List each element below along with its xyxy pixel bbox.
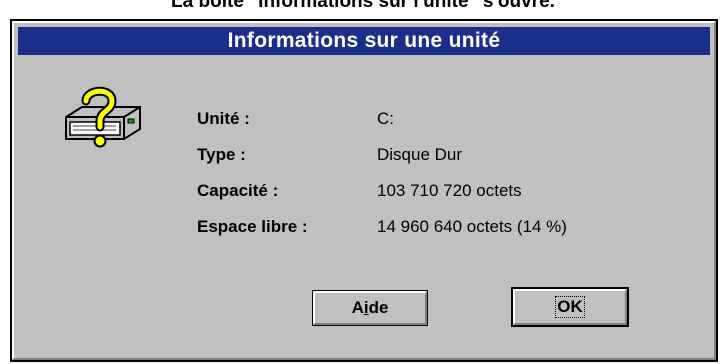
field-value: 14 960 640 octets (14 %) [377,217,567,236]
field-label: Espace libre : [197,217,308,236]
help-button-label-post: de [368,298,389,317]
help-button-label-pre: A [351,298,364,317]
drive-info-dialog: Informations sur une unité Unité : C: Ty… [10,19,718,362]
help-button[interactable]: Aide [312,290,428,326]
field-value: C: [377,109,394,128]
field-value: Disque Dur [377,145,463,164]
page-caption: La boîte "Informations sur l'unité" s'ou… [171,0,555,12]
field-label: Capacité : [197,181,279,200]
ok-button-label: OK [555,296,585,318]
ok-button[interactable]: OK [511,287,629,327]
field-label: Unité : [197,109,250,128]
dialog-title: Informations sur une unité [18,27,710,55]
drive-question-icon [65,86,141,148]
field-value: 103 710 720 octets [377,181,522,200]
field-label: Type : [197,145,246,164]
